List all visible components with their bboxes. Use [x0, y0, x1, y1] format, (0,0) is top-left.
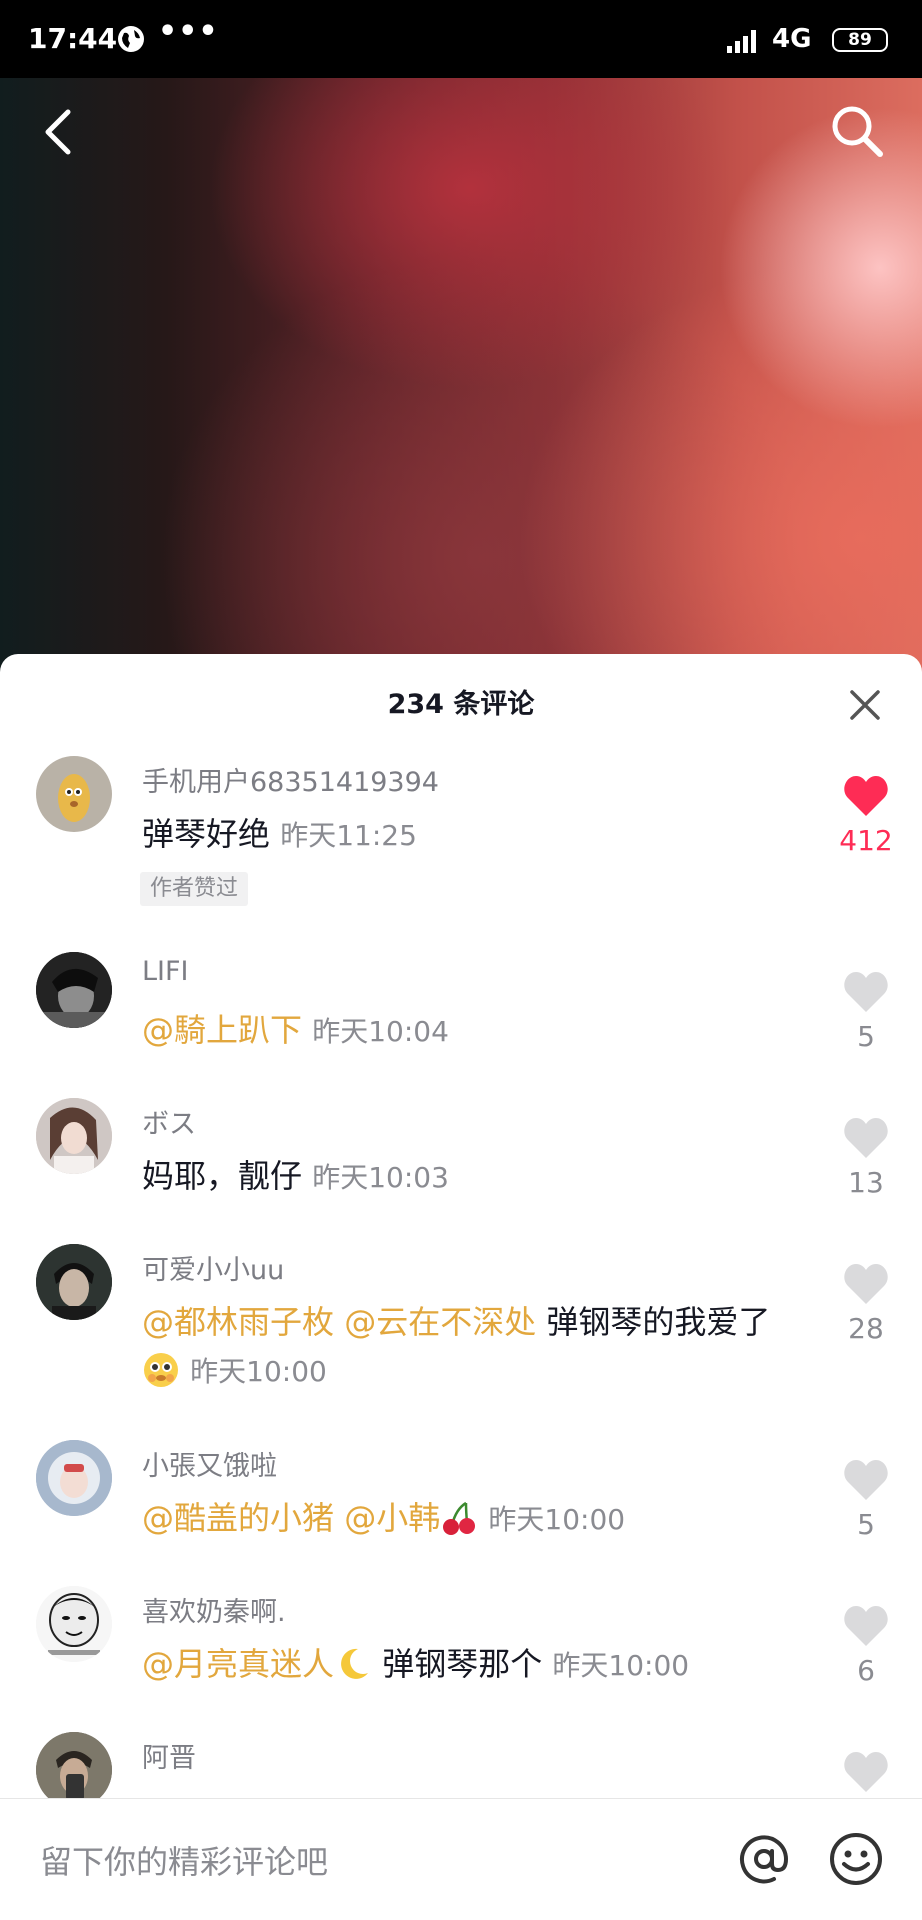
- like-count: 6: [857, 1654, 875, 1687]
- status-more-dots: •••: [158, 14, 219, 49]
- comment-text: @騎上趴下 昨天10:04: [142, 1006, 782, 1056]
- mention-link[interactable]: @小韩: [344, 1499, 440, 1537]
- mention-link[interactable]: @都林雨子枚: [142, 1303, 334, 1341]
- avatar[interactable]: [36, 756, 112, 832]
- comment-time: 昨天10:00: [190, 1355, 327, 1388]
- heart-icon[interactable]: [842, 1116, 890, 1160]
- comment-item: ボス 妈耶，靓仔 昨天10:03 13: [0, 1098, 922, 1218]
- comment-item: LIFI @騎上趴下 昨天10:04 5: [0, 952, 922, 1072]
- heart-icon[interactable]: [842, 970, 890, 1014]
- mention-link[interactable]: @云在不深处: [344, 1303, 536, 1341]
- globe-icon: [118, 26, 144, 52]
- battery-indicator: 89: [832, 28, 888, 52]
- heart-icon[interactable]: [842, 1750, 890, 1794]
- back-icon[interactable]: [38, 104, 78, 160]
- like-count: 28: [848, 1312, 884, 1345]
- comment-input[interactable]: 留下你的精彩评论吧: [40, 1837, 328, 1883]
- comment-text: @月亮真迷人 弹钢琴那个 昨天10:00: [142, 1645, 690, 1683]
- status-time: 17:44: [28, 22, 118, 55]
- video-background[interactable]: [0, 78, 922, 678]
- heart-icon[interactable]: [842, 774, 890, 818]
- like-count: 5: [857, 1020, 875, 1053]
- avatar[interactable]: [36, 1440, 112, 1516]
- avatar[interactable]: [36, 1098, 112, 1174]
- comment-item: 小張又饿啦 @酷盖的小猪 @小韩 昨天10:00 5: [0, 1440, 922, 1560]
- signal-icon: [727, 30, 756, 53]
- like-count: 412: [839, 824, 893, 857]
- comment-time: 昨天10:04: [312, 1015, 449, 1048]
- comment-text: 妈耶，靓仔 昨天10:03: [142, 1157, 449, 1195]
- mention-link[interactable]: @酷盖的小猪: [142, 1499, 334, 1537]
- search-icon[interactable]: [828, 102, 886, 160]
- comment-text: @都林雨子枚 @云在不深处 弹钢琴的我爱了 昨天10:00: [142, 1303, 771, 1388]
- like-count: 13: [848, 1166, 884, 1199]
- network-type: 4G: [772, 24, 812, 54]
- comment-sheet: 234 条评论 手机用户68351419394 弹琴好绝 昨天11:25 作者赞…: [0, 654, 922, 1920]
- close-icon[interactable]: [846, 686, 884, 724]
- cherry-icon: [443, 1501, 476, 1535]
- mention-link[interactable]: @月亮真迷人: [142, 1645, 334, 1683]
- author-liked-badge: 作者赞过: [140, 872, 249, 906]
- comment-username[interactable]: 喜欢奶秦啊.: [142, 1590, 286, 1629]
- moon-icon: [341, 1648, 369, 1679]
- comment-input-bar: 留下你的精彩评论吧: [0, 1798, 922, 1920]
- heart-icon[interactable]: [842, 1458, 890, 1502]
- comment-time: 昨天11:25: [280, 819, 417, 852]
- comment-username[interactable]: 可爱小小uu: [142, 1248, 284, 1287]
- like-count: 5: [857, 1508, 875, 1541]
- heart-icon[interactable]: [842, 1604, 890, 1648]
- avatar[interactable]: [36, 1244, 112, 1320]
- comment-username[interactable]: 手机用户68351419394: [142, 760, 439, 799]
- comment-item: 可爱小小uu @都林雨子枚 @云在不深处 弹钢琴的我爱了 昨天10:00 28: [0, 1244, 922, 1414]
- comment-username[interactable]: 小張又饿啦: [142, 1444, 277, 1483]
- avatar[interactable]: [36, 1586, 112, 1662]
- comment-time: 昨天10:00: [488, 1503, 626, 1536]
- comment-username[interactable]: ボス: [142, 1102, 196, 1141]
- avatar[interactable]: [36, 952, 112, 1028]
- comment-time: 昨天10:00: [552, 1649, 690, 1682]
- heart-icon[interactable]: [842, 1262, 890, 1306]
- at-icon[interactable]: [734, 1829, 794, 1889]
- comment-item: 喜欢奶秦啊. @月亮真迷人 弹钢琴那个 昨天10:00 6: [0, 1586, 922, 1706]
- emoji-icon[interactable]: [826, 1829, 886, 1889]
- status-bar: 17:44 ••• 4G 89: [0, 0, 922, 78]
- avatar[interactable]: [36, 1732, 112, 1808]
- comment-text: 弹琴好绝 昨天11:25: [142, 815, 417, 853]
- comment-username[interactable]: LIFI: [142, 956, 189, 987]
- mention-link[interactable]: @騎上趴下: [142, 1011, 302, 1049]
- comment-text: @酷盖的小猪 @小韩 昨天10:00: [142, 1494, 782, 1544]
- comment-username[interactable]: 阿晋: [142, 1736, 196, 1775]
- pleading-face-emoji-icon: [144, 1353, 178, 1387]
- comment-item: 手机用户68351419394 弹琴好绝 昨天11:25 作者赞过 412: [0, 756, 922, 906]
- comment-count-title: 234 条评论: [387, 689, 535, 720]
- comment-time: 昨天10:03: [312, 1161, 449, 1194]
